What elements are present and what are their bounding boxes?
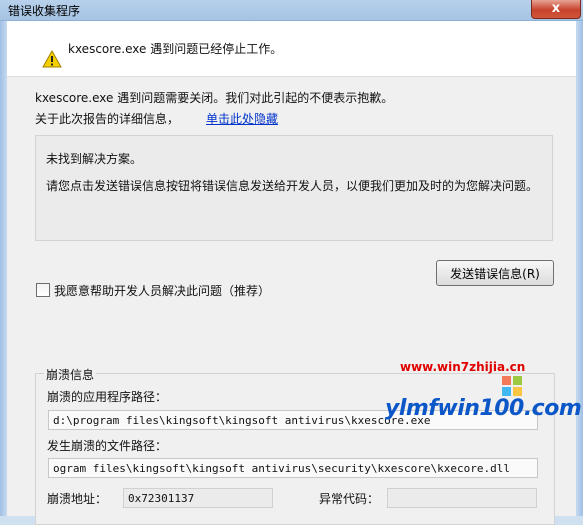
details-label: 关于此次报告的详细信息，: [35, 112, 180, 126]
solution-text: 请您点击发送错误信息按钮将错误信息发送给开发人员，以便我们更加及时的为您解决问题…: [46, 179, 539, 193]
close-icon: x: [551, 1, 561, 16]
exception-code-label: 异常代码：: [319, 492, 380, 506]
file-path-field[interactable]: ogram files\kingsoft\kingsoft antivirus\…: [48, 458, 538, 478]
window-frame-left: [0, 21, 7, 516]
crash-info-title: 崩溃信息: [44, 366, 97, 383]
dialog-content: kxescore.exe 遇到问题需要关闭。我们对此引起的不便表示抱歉。 关于此…: [7, 77, 576, 525]
exception-code-field[interactable]: [387, 488, 537, 508]
warning-icon: [42, 50, 62, 68]
file-path-label: 发生崩溃的文件路径：: [47, 439, 168, 453]
watermark-site: ylmfwin100.com: [385, 396, 582, 421]
close-button[interactable]: x: [531, 0, 581, 19]
error-description: kxescore.exe 遇到问题需要关闭。我们对此引起的不便表示抱歉。: [35, 91, 394, 105]
crash-address-label: 崩溃地址：: [47, 492, 108, 506]
app-path-label: 崩溃的应用程序路径：: [47, 390, 168, 404]
window-frame-right: [576, 21, 583, 516]
crash-address-field[interactable]: 0x72301137: [123, 488, 273, 508]
window-title: 错误收集程序: [8, 4, 81, 18]
solution-title: 未找到解决方案。: [46, 152, 143, 166]
error-headline: kxescore.exe 遇到问题已经停止工作。: [68, 42, 283, 56]
header-panel: kxescore.exe 遇到问题已经停止工作。: [7, 21, 576, 77]
help-checkbox-label: 我愿意帮助开发人员解决此问题（推荐）: [54, 284, 271, 298]
title-bar[interactable]: 错误收集程序 x: [0, 0, 583, 21]
solution-panel: 未找到解决方案。 请您点击发送错误信息按钮将错误信息发送给开发人员，以便我们更加…: [35, 135, 553, 241]
hide-details-link[interactable]: 单击此处隐藏: [206, 110, 278, 127]
help-checkbox[interactable]: [36, 283, 50, 297]
send-error-button[interactable]: 发送错误信息(R): [436, 260, 554, 286]
